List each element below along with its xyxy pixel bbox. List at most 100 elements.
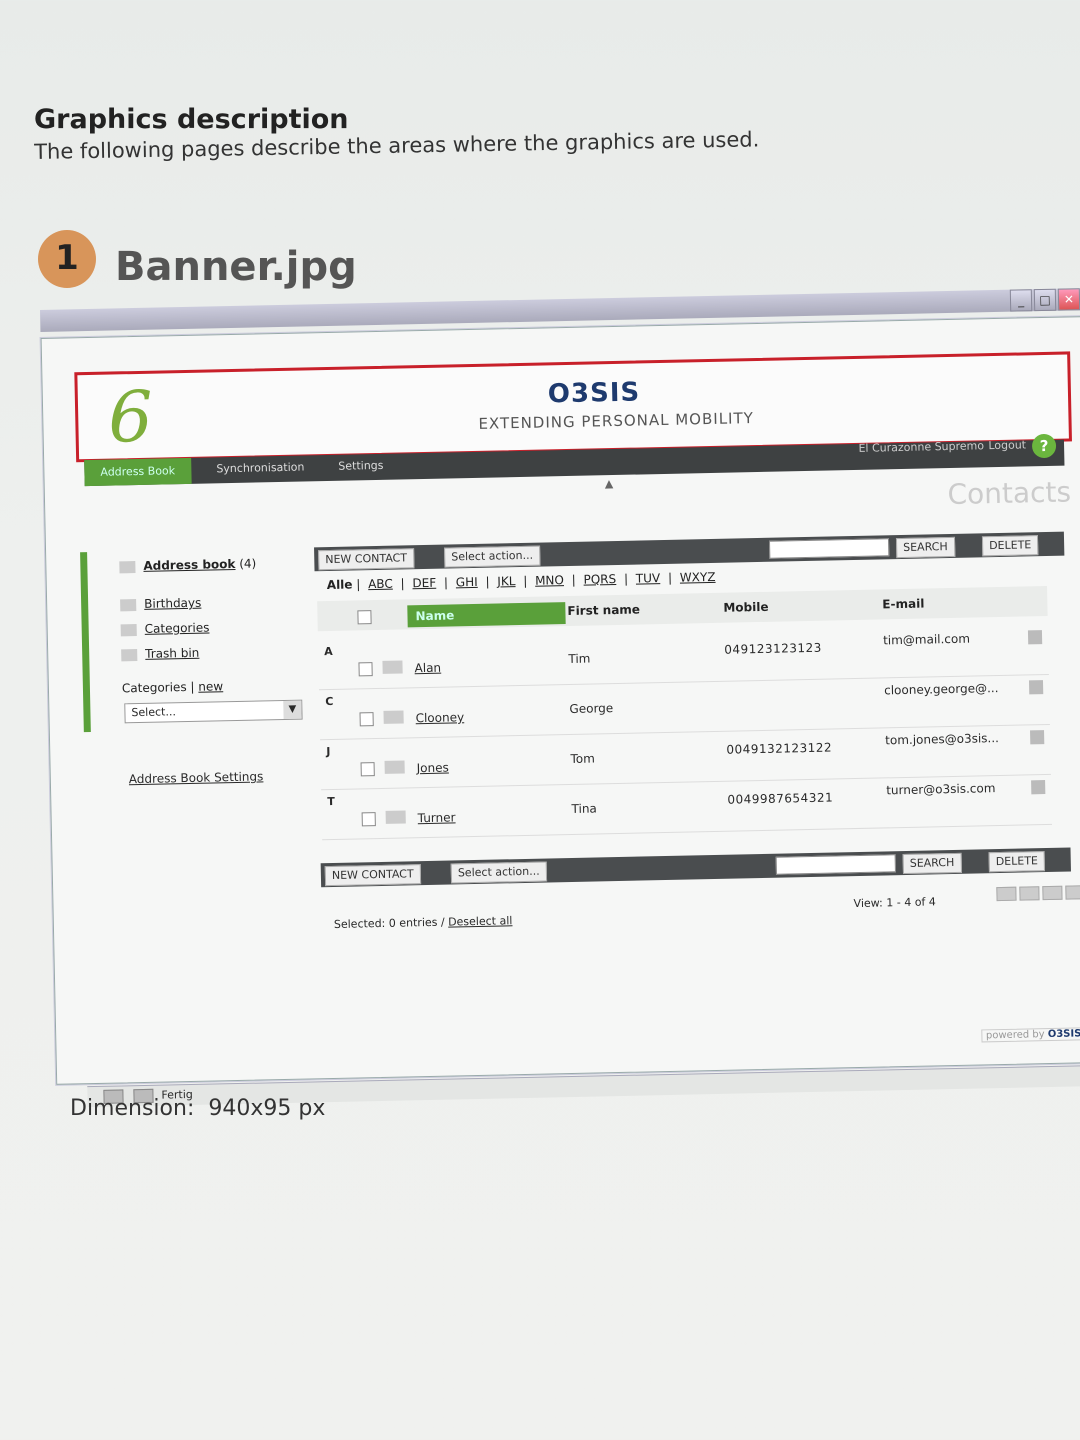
help-icon[interactable]: ? <box>1031 433 1057 459</box>
group-letter: J <box>326 745 331 759</box>
logout-link[interactable]: Logout <box>988 438 1026 452</box>
contact-mobile: 049123123123 <box>724 640 823 657</box>
table-header: Name First name Mobile E-mail <box>317 585 1048 632</box>
step-badge: 1 <box>38 230 96 288</box>
contact-email: clooney.george@... <box>884 681 999 698</box>
sidebar-item-categories[interactable]: Categories <box>120 621 210 637</box>
new-contact-button[interactable]: NEW CONTACT <box>318 548 415 571</box>
contact-name-link[interactable]: Alan <box>414 661 441 676</box>
alpha-tuv[interactable]: TUV <box>636 571 661 586</box>
group-letter: C <box>325 694 334 709</box>
deselect-all-link[interactable]: Deselect all <box>448 914 513 928</box>
chevron-down-icon: ▼ <box>283 700 302 719</box>
table-row[interactable]: C Clooney George clooney.george@... <box>319 679 1050 741</box>
group-letter: A <box>324 644 333 659</box>
edit-icon[interactable] <box>1031 780 1046 795</box>
contact-first-name: Tina <box>571 801 597 816</box>
select-all-checkbox[interactable] <box>357 610 372 625</box>
edit-icon[interactable] <box>1030 730 1045 745</box>
delete-button[interactable]: DELETE <box>981 535 1039 557</box>
alpha-def[interactable]: DEF <box>412 576 436 590</box>
contact-card-icon <box>384 760 405 774</box>
view-count: View: 1 - 4 of 4 <box>853 895 936 911</box>
tab-settings[interactable]: Settings <box>338 459 383 473</box>
search-button[interactable]: SEARCH <box>902 852 962 875</box>
bottom-toolbar: NEW CONTACT Select action... SEARCH DELE… <box>320 847 1071 888</box>
contact-name-link[interactable]: Clooney <box>415 710 464 725</box>
app-screenshot: _ □ ✕ 6 O3SIS EXTENDING PERSONAL MOBILIT… <box>40 288 1080 1108</box>
next-page-icon[interactable] <box>1042 885 1063 901</box>
first-page-icon[interactable] <box>996 886 1017 902</box>
tab-address-book[interactable]: Address Book <box>84 457 192 487</box>
category-select[interactable]: Select... ▼ <box>124 699 303 724</box>
alpha-wxyz[interactable]: WXYZ <box>680 570 716 585</box>
contact-name-link[interactable]: Jones <box>417 761 449 776</box>
book-icon <box>119 560 136 573</box>
search-button[interactable]: SEARCH <box>895 536 955 559</box>
sidebar-item-trash[interactable]: Trash bin <box>121 646 199 662</box>
alpha-abc[interactable]: ABC <box>368 577 393 592</box>
last-page-icon[interactable] <box>1065 885 1080 900</box>
alpha-all[interactable]: Alle <box>327 578 353 593</box>
new-contact-button[interactable]: NEW CONTACT <box>324 864 421 887</box>
brand-tagline: EXTENDING PERSONAL MOBILITY <box>478 409 754 433</box>
minimize-button[interactable]: _ <box>1009 289 1033 312</box>
column-email[interactable]: E-mail <box>882 597 924 612</box>
contact-email: turner@o3sis.com <box>886 781 996 798</box>
table-row[interactable]: J Jones Tom 0049132123122 tom.jones@o3si… <box>320 729 1051 791</box>
categories-icon <box>120 623 137 636</box>
table-row[interactable]: A Alan Tim 049123123123 tim@mail.com <box>318 629 1049 691</box>
contact-first-name: Tim <box>568 651 591 667</box>
sidebar-item-birthdays[interactable]: Birthdays <box>120 596 201 612</box>
sidebar: Address book (4) Birthdays Categories Tr… <box>80 547 303 733</box>
page-title: Contacts <box>947 475 1072 512</box>
contact-email: tom.jones@o3sis... <box>885 731 1000 748</box>
search-input[interactable] <box>768 538 890 559</box>
user-name: El Curazonne Supremo <box>858 439 985 455</box>
address-book-settings-link[interactable]: Address Book Settings <box>129 769 264 786</box>
row-checkbox[interactable] <box>358 662 373 677</box>
powered-by: powered by O3SIS <box>980 1027 1080 1043</box>
calendar-icon <box>120 598 137 611</box>
trash-icon <box>121 648 138 661</box>
row-checkbox[interactable] <box>359 712 374 727</box>
close-button[interactable]: ✕ <box>1057 288 1080 311</box>
alpha-ghi[interactable]: GHI <box>456 575 478 589</box>
edit-icon[interactable] <box>1028 680 1044 695</box>
contact-name-link[interactable]: Turner <box>418 810 456 825</box>
column-name[interactable]: Name <box>407 602 566 628</box>
sidebar-item-address-book[interactable]: Address book (4) <box>119 557 256 574</box>
contact-mobile: 0049987654321 <box>727 790 834 807</box>
window-buttons: _ □ ✕ <box>1009 288 1080 312</box>
row-checkbox[interactable] <box>360 762 375 777</box>
edit-icon[interactable] <box>1027 630 1043 645</box>
alphabet-filter: Alle | ABC | DEF | GHI | JKL | MNO | PQR… <box>326 569 716 593</box>
contact-first-name: George <box>569 701 614 716</box>
new-category-link[interactable]: new <box>198 679 223 694</box>
tab-synchronisation[interactable]: Synchronisation <box>216 460 304 475</box>
select-action-dropdown[interactable]: Select action... <box>444 545 541 568</box>
table-row[interactable]: T Turner Tina 0049987654321 turner@o3sis… <box>321 779 1053 841</box>
prev-page-icon[interactable] <box>1019 886 1040 901</box>
select-action-dropdown[interactable]: Select action... <box>450 861 547 884</box>
column-first-name[interactable]: First name <box>567 603 640 619</box>
pager <box>996 885 1080 902</box>
delete-button[interactable]: DELETE <box>988 851 1046 873</box>
maximize-button[interactable]: □ <box>1033 288 1057 312</box>
column-mobile[interactable]: Mobile <box>723 600 768 615</box>
alpha-jkl[interactable]: JKL <box>497 574 515 588</box>
top-toolbar: NEW CONTACT Select action... SEARCH DELE… <box>314 531 1065 572</box>
search-input[interactable] <box>775 854 896 875</box>
row-checkbox[interactable] <box>361 812 376 827</box>
brand-logo: O3SIS <box>547 377 641 410</box>
dimension-note: Dimension: 940x95 px <box>70 1096 326 1121</box>
doc-heading: Graphics description <box>34 104 349 135</box>
contact-first-name: Tom <box>570 751 595 766</box>
selection-status: Selected: 0 entries / Deselect all <box>333 914 513 931</box>
alpha-pqrs[interactable]: PQRS <box>583 572 616 587</box>
step-title: Banner.jpg <box>115 244 357 290</box>
group-letter: T <box>327 794 336 809</box>
collapse-icon[interactable]: ▲ <box>605 477 614 490</box>
contact-card-icon <box>385 810 406 824</box>
alpha-mno[interactable]: MNO <box>535 573 564 588</box>
